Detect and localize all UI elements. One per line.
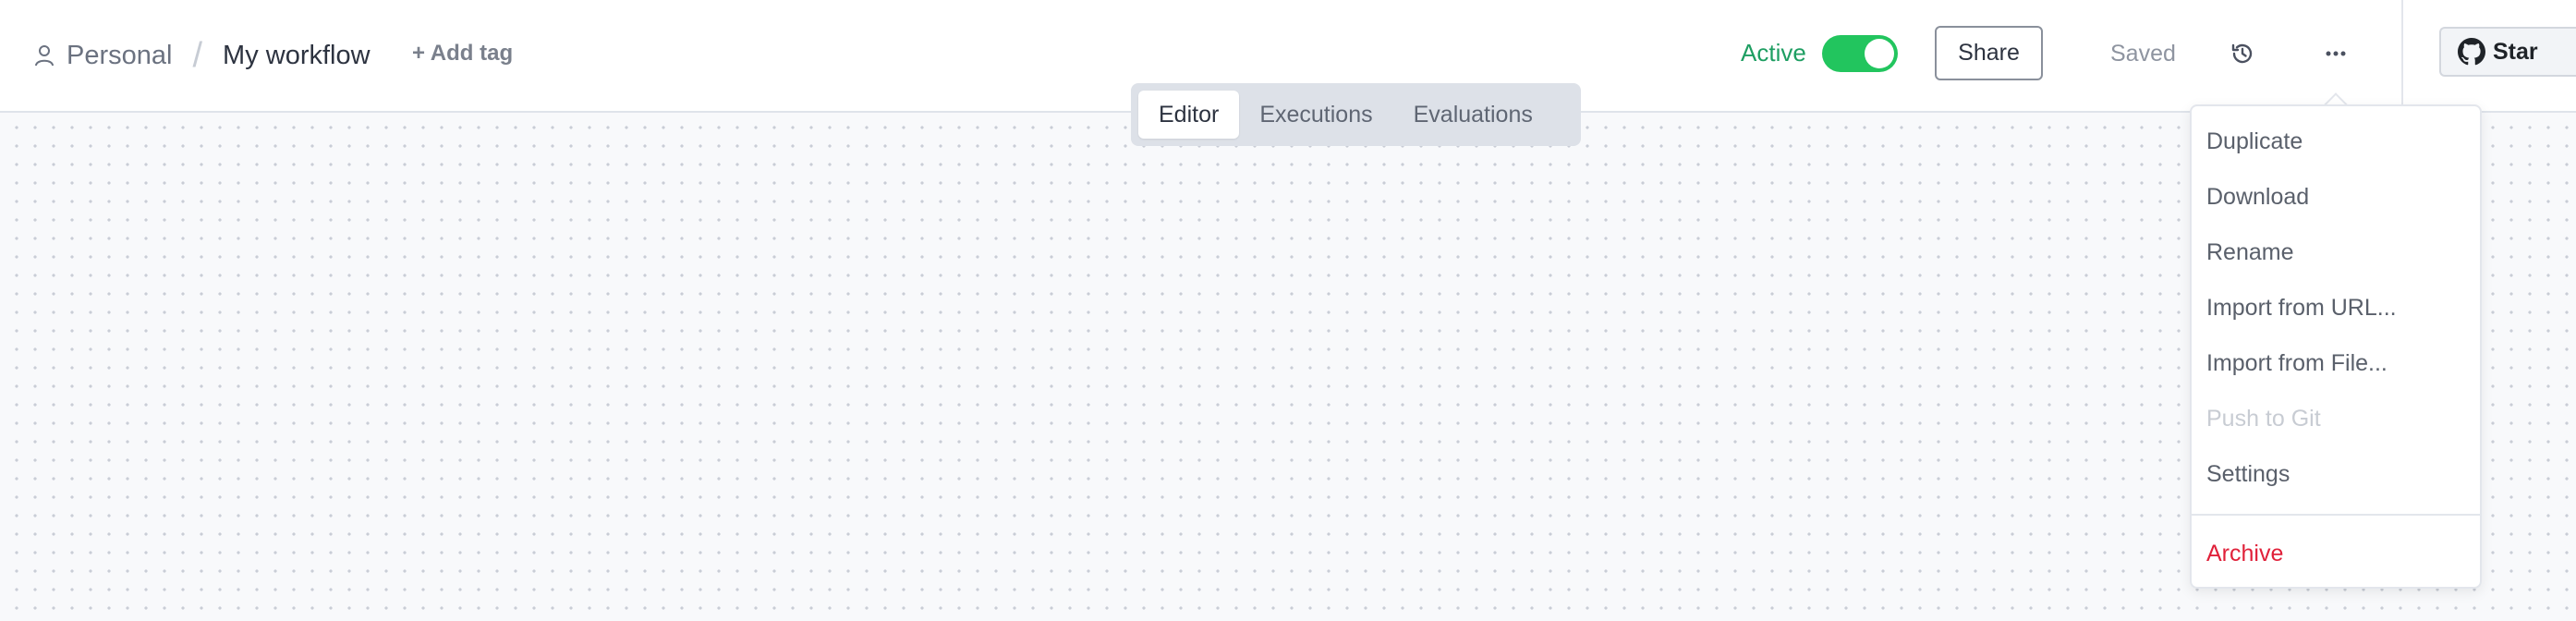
- header-divider: [2401, 0, 2403, 105]
- menu-item-settings[interactable]: Settings: [2206, 461, 2290, 488]
- menu-item-duplicate[interactable]: Duplicate: [2206, 128, 2303, 155]
- saved-status: Saved: [2110, 41, 2176, 67]
- breadcrumb-project[interactable]: Personal: [67, 41, 172, 71]
- toggle-knob: [1865, 39, 1894, 68]
- menu-item-archive[interactable]: Archive: [2206, 541, 2283, 567]
- menu-item-import-url[interactable]: Import from URL...: [2206, 295, 2397, 322]
- tab-evaluations[interactable]: Evaluations: [1393, 91, 1553, 139]
- menu-item-import-file[interactable]: Import from File...: [2206, 350, 2388, 377]
- tab-executions[interactable]: Executions: [1239, 91, 1392, 139]
- share-button[interactable]: Share: [1935, 26, 2043, 80]
- menu-item-push-to-git: Push to Git: [2206, 406, 2321, 432]
- menu-divider: [2192, 514, 2480, 516]
- workflow-name[interactable]: My workflow: [223, 41, 371, 71]
- breadcrumb: Personal / My workflow: [33, 33, 371, 78]
- workflow-actions-menu: Duplicate Download Rename Import from UR…: [2190, 104, 2482, 589]
- breadcrumb-separator: /: [192, 35, 203, 75]
- more-horizontal-icon[interactable]: [2322, 40, 2350, 67]
- person-icon: [33, 43, 55, 67]
- active-label: Active: [1741, 39, 1806, 67]
- menu-item-download[interactable]: Download: [2206, 184, 2309, 211]
- view-tabs: Editor Executions Evaluations: [1131, 83, 1581, 146]
- github-star-button[interactable]: Star: [2439, 27, 2576, 77]
- add-tag-button[interactable]: + Add tag: [412, 41, 513, 67]
- github-star-label: Star: [2493, 38, 2538, 65]
- github-icon: [2458, 38, 2485, 66]
- active-toggle[interactable]: [1822, 35, 1898, 72]
- menu-item-rename[interactable]: Rename: [2206, 239, 2294, 266]
- history-icon[interactable]: [2229, 40, 2256, 67]
- tab-editor[interactable]: Editor: [1138, 91, 1240, 139]
